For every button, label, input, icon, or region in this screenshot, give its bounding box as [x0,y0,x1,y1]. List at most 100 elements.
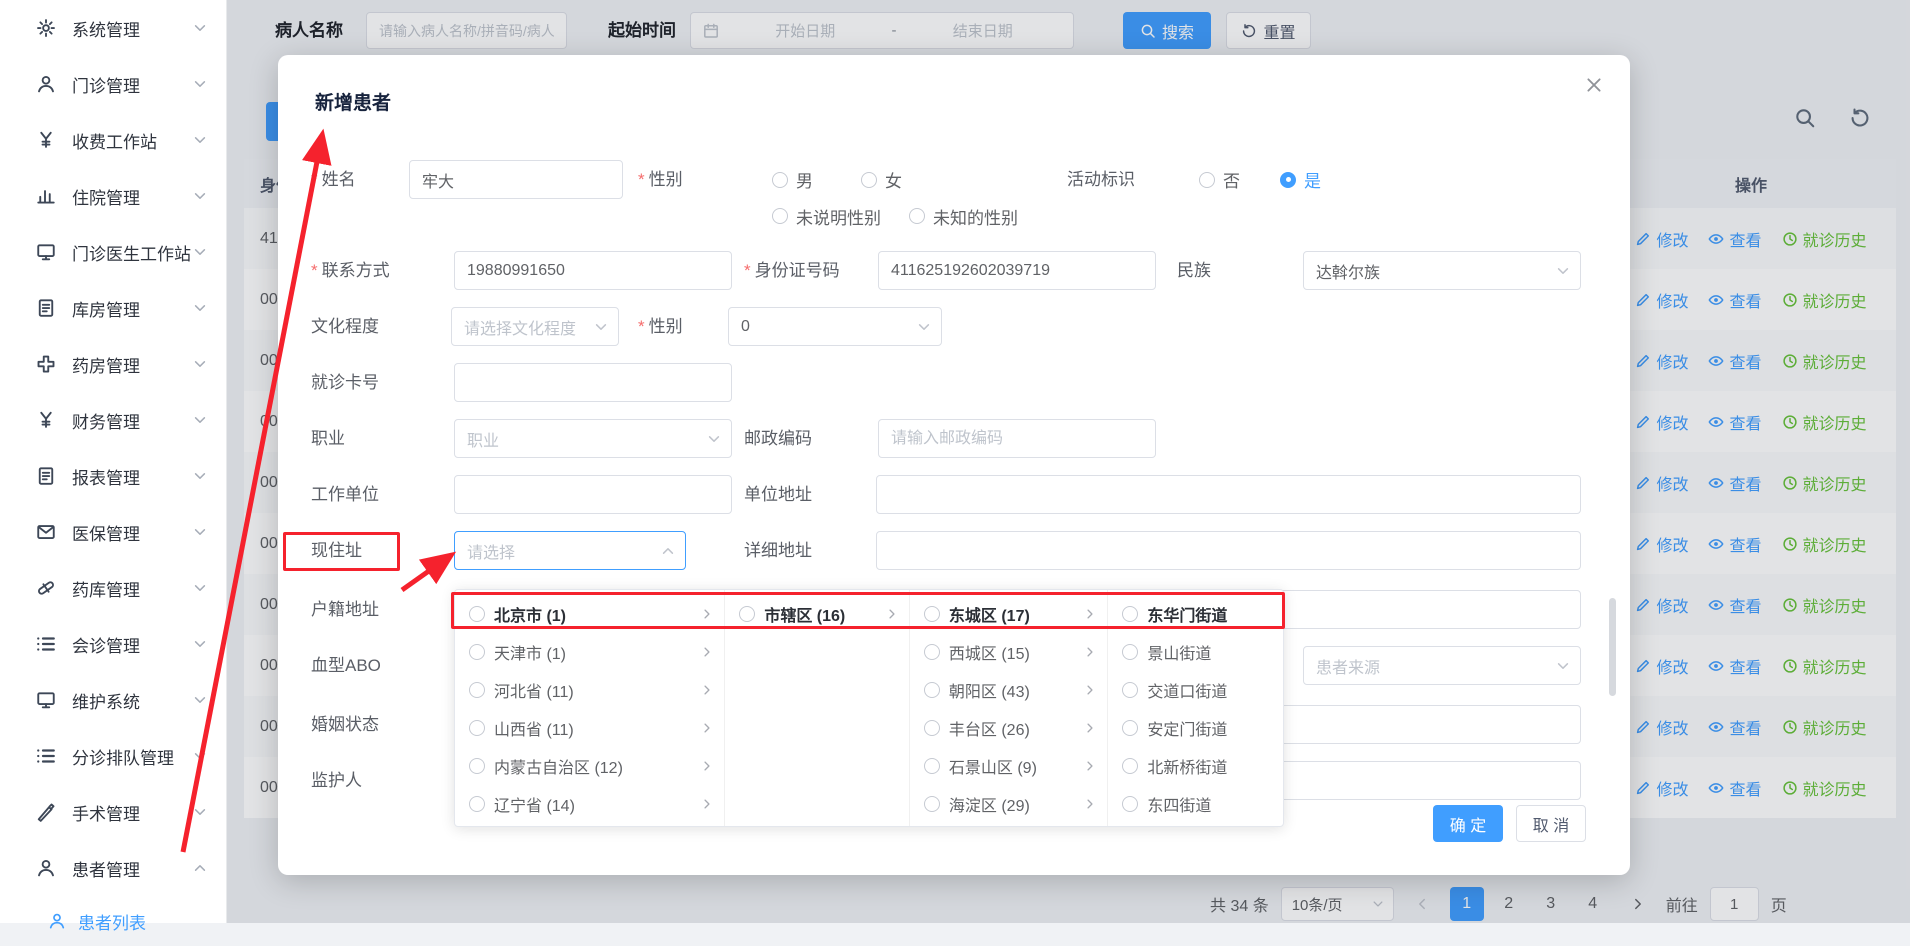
edit-link[interactable]: 修改 [1635,410,1688,434]
history-link[interactable]: 就诊历史 [1782,471,1867,495]
sidebar-item[interactable]: 患者管理 [0,840,226,896]
sidebar-item[interactable]: 药房管理 [0,336,226,392]
sidebar-item[interactable]: 住院管理 [0,168,226,224]
current-address-cascader[interactable]: 请选择 [454,531,686,570]
gender-code-select[interactable]: 0 [728,307,942,346]
cascader-option[interactable]: 海淀区 (29) [910,785,1108,823]
radio-icon[interactable] [924,682,940,698]
view-link[interactable]: 查看 [1708,471,1761,495]
history-link[interactable]: 就诊历史 [1782,410,1867,434]
sidebar-item[interactable]: 报表管理 [0,448,226,504]
confirm-button[interactable]: 确 定 [1433,805,1503,842]
view-link[interactable]: 查看 [1708,410,1761,434]
view-link[interactable]: 查看 [1708,227,1761,251]
table-refresh-icon[interactable] [1849,107,1871,129]
cascader-option[interactable]: 北京市 (1) [455,595,724,633]
detail-address-input[interactable] [876,531,1581,570]
page-number-button[interactable]: 3 [1534,887,1568,921]
cascader-option[interactable]: 石景山区 (9) [910,747,1108,785]
page-size-select[interactable]: 10条/页 [1281,887,1394,921]
view-link[interactable]: 查看 [1708,593,1761,617]
cascader-option[interactable]: 景山街道 [1108,633,1283,671]
sidebar-item[interactable]: 医保管理 [0,504,226,560]
view-link[interactable]: 查看 [1708,654,1761,678]
page-number-button[interactable]: 1 [1450,887,1484,921]
cascader-option[interactable]: 交道口街道 [1108,671,1283,709]
cascader-option[interactable]: 西城区 (15) [910,633,1108,671]
radio-icon[interactable] [739,606,755,622]
goto-page-input[interactable] [1710,887,1759,921]
date-range-picker[interactable]: 开始日期 - 结束日期 [690,12,1074,49]
edit-link[interactable]: 修改 [1635,471,1688,495]
reset-button[interactable]: 重置 [1226,12,1311,49]
page-number-button[interactable]: 4 [1576,887,1610,921]
unit-address-input[interactable] [876,475,1581,514]
radio-icon[interactable] [861,172,877,188]
radio-icon[interactable] [909,208,925,224]
history-link[interactable]: 就诊历史 [1782,593,1867,617]
view-link[interactable]: 查看 [1708,715,1761,739]
radio-icon[interactable] [1122,720,1138,736]
patient-name-input[interactable] [366,12,567,49]
cascader-option[interactable]: 天津市 (1) [455,633,724,671]
contact-input[interactable] [454,251,732,290]
radio-icon[interactable] [924,796,940,812]
radio-icon[interactable] [1199,172,1215,188]
cascader-option[interactable]: 东华门街道 [1108,595,1283,633]
cascader-option[interactable]: 市辖区 (16) [725,595,909,633]
table-search-icon[interactable] [1794,107,1816,129]
edit-link[interactable]: 修改 [1635,532,1688,556]
work-unit-input[interactable] [454,475,732,514]
name-input[interactable] [409,160,623,199]
education-select[interactable]: 请选择文化程度 [451,307,619,346]
cascader-option[interactable]: 朝阳区 (43) [910,671,1108,709]
patient-source-select[interactable]: 患者来源 [1303,646,1581,685]
cascader-option[interactable]: 北新桥街道 [1108,747,1283,785]
sidebar-item-patient-list[interactable]: 患者列表 [0,896,226,946]
cascader-option[interactable]: 内蒙古自治区 (12) [455,747,724,785]
history-link[interactable]: 就诊历史 [1782,349,1867,373]
radio-icon[interactable] [1122,682,1138,698]
next-page-button[interactable] [1622,887,1654,921]
id-card-input[interactable] [878,251,1156,290]
sidebar-item[interactable]: 门诊管理 [0,56,226,112]
gender-radio-option[interactable]: 未说明性别 [772,204,881,229]
edit-link[interactable]: 修改 [1635,593,1688,617]
view-link[interactable]: 查看 [1708,776,1761,800]
modal-scrollbar[interactable] [1609,598,1616,696]
cascader-option[interactable]: 丰台区 (26) [910,709,1108,747]
cascader-option[interactable]: 东四街道 [1108,785,1283,823]
sidebar-item[interactable]: 收费工作站 [0,112,226,168]
history-link[interactable]: 就诊历史 [1782,715,1867,739]
sidebar-item[interactable]: 分诊排队管理 [0,728,226,784]
cascader-option[interactable]: 安定门街道 [1108,709,1283,747]
page-number-button[interactable]: 2 [1492,887,1526,921]
radio-icon[interactable] [772,208,788,224]
cascader-option[interactable]: 河北省 (11) [455,671,724,709]
radio-icon[interactable] [469,720,485,736]
radio-icon[interactable] [469,606,485,622]
radio-icon[interactable] [469,682,485,698]
postal-code-input[interactable] [878,419,1156,458]
gender-radio-option[interactable]: 未知的性别 [909,204,1018,229]
date-end-placeholder[interactable]: 结束日期 [905,20,1062,41]
edit-link[interactable]: 修改 [1635,776,1688,800]
gender-radio-option[interactable]: 女 [861,167,902,192]
radio-icon[interactable] [772,172,788,188]
edit-link[interactable]: 修改 [1635,715,1688,739]
occupation-select[interactable]: 职业 [454,419,732,458]
history-link[interactable]: 就诊历史 [1782,654,1867,678]
active-flag-radio-option[interactable]: 否 [1199,167,1240,192]
sidebar-item[interactable]: 药库管理 [0,560,226,616]
radio-icon[interactable] [924,758,940,774]
sidebar-item[interactable]: 手术管理 [0,784,226,840]
radio-icon[interactable] [924,606,940,622]
active-flag-radio-option[interactable]: 是 [1280,167,1321,192]
history-link[interactable]: 就诊历史 [1782,227,1867,251]
radio-icon[interactable] [924,644,940,660]
radio-icon[interactable] [469,758,485,774]
gender-radio-option[interactable]: 男 [772,167,813,192]
edit-link[interactable]: 修改 [1635,349,1688,373]
sidebar-item[interactable]: 门诊医生工作站 [0,224,226,280]
cascader-option[interactable]: 东城区 (17) [910,595,1108,633]
